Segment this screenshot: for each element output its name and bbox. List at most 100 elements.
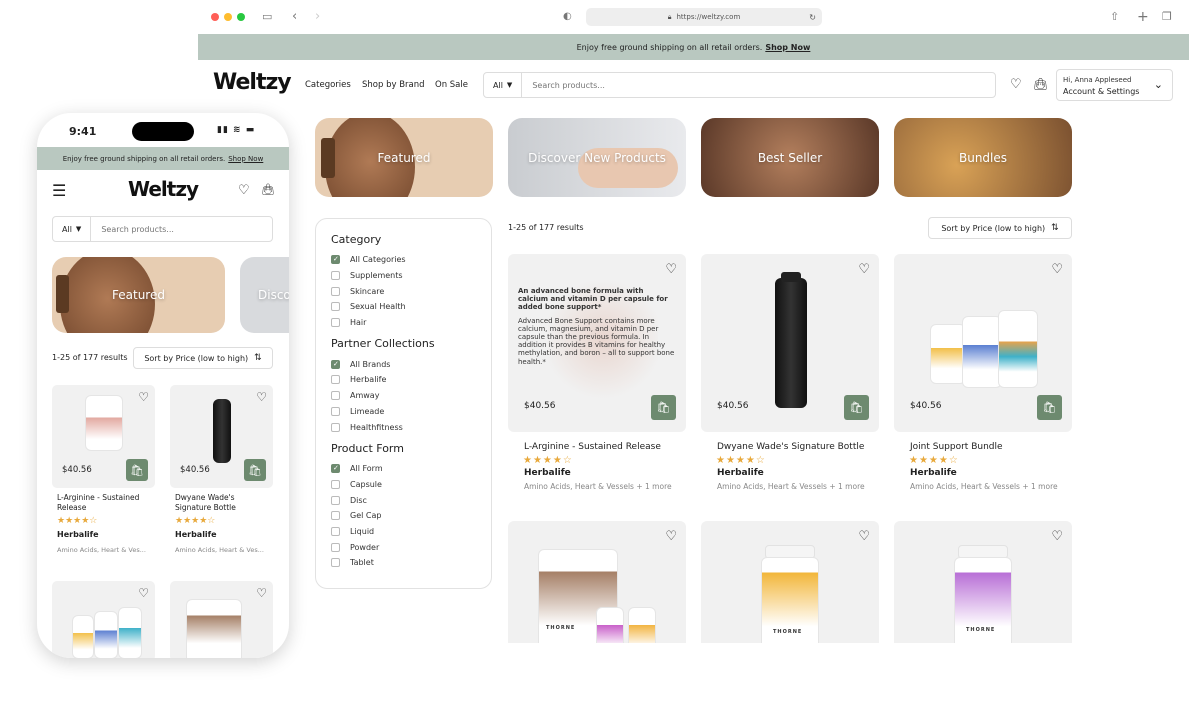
shield-icon[interactable]: ◐ [563, 8, 572, 26]
product-card[interactable]: ♡ [52, 581, 155, 658]
new-tab-icon[interactable]: + [1137, 8, 1149, 26]
filter-option[interactable]: All Brands [331, 356, 476, 372]
add-to-cart-icon[interactable]: 🛍︎ [244, 459, 266, 481]
filter-option[interactable]: All Categories [331, 252, 476, 268]
checkbox[interactable] [331, 422, 340, 432]
checkbox[interactable] [331, 286, 340, 296]
product-card[interactable]: THORNE ♡ [508, 521, 686, 643]
filter-option[interactable]: Disc [331, 492, 476, 508]
product-image[interactable]: THORNE ♡ [701, 521, 879, 643]
checkbox[interactable] [331, 255, 340, 265]
add-to-cart-icon[interactable]: 🛍︎ [844, 395, 869, 420]
product-name[interactable]: Dwyane Wade's Signature Bottle [175, 493, 270, 513]
checkbox[interactable] [331, 375, 340, 385]
zoom-window-button[interactable] [237, 13, 245, 21]
heart-icon[interactable]: ♡ [1051, 530, 1063, 543]
product-name[interactable]: L-Arginine - Sustained Release [57, 493, 152, 513]
hamburger-menu-icon[interactable]: ☰ [52, 181, 66, 200]
filter-option[interactable]: Capsule [331, 477, 476, 493]
product-image[interactable]: ♡ $40.56 🛍︎ [894, 254, 1072, 432]
close-window-button[interactable] [211, 13, 219, 21]
filter-option[interactable]: All Form [331, 461, 476, 477]
search-scope-select[interactable]: All ▼ [53, 217, 92, 241]
filter-option[interactable]: Tablet [331, 555, 476, 571]
tabs-overview-icon[interactable]: ❐ [1162, 8, 1172, 26]
product-image[interactable]: ♡ $40.56 🛍︎ [170, 385, 273, 488]
shop-now-link[interactable]: Shop Now [765, 43, 810, 52]
product-image[interactable]: THORNE ♡ [508, 521, 686, 643]
checkbox[interactable] [331, 406, 340, 416]
search-input[interactable] [522, 80, 995, 90]
shopping-bag-icon[interactable]: 👜︎ [1033, 77, 1048, 91]
checkbox[interactable] [331, 359, 340, 369]
product-name[interactable]: Dwyane Wade's Signature Bottle [717, 442, 879, 452]
add-to-cart-icon[interactable]: 🛍︎ [651, 395, 676, 420]
filter-option[interactable]: Skincare [331, 283, 476, 299]
filter-option[interactable]: Sexual Health [331, 299, 476, 315]
add-to-cart-icon[interactable]: 🛍︎ [1037, 395, 1062, 420]
reload-icon[interactable]: ↻ [809, 13, 816, 22]
product-card[interactable]: ♡ $40.56 🛍︎ Dwyane Wade's Signature Bott… [701, 254, 879, 491]
nav-on-sale[interactable]: On Sale [435, 80, 468, 90]
product-image[interactable]: ♡ $40.56 🛍︎ [52, 385, 155, 488]
checkbox[interactable] [331, 511, 340, 521]
sidebar-toggle-icon[interactable]: ▭ [262, 8, 272, 26]
checkbox[interactable] [331, 558, 340, 568]
heart-icon[interactable]: ♡ [1051, 263, 1063, 276]
hero-featured[interactable]: Featured [315, 118, 493, 197]
checkbox[interactable] [331, 479, 340, 489]
heart-icon[interactable]: ♡ [665, 263, 677, 276]
product-card[interactable]: ♡ [170, 581, 273, 658]
checkbox[interactable] [331, 302, 340, 312]
checkbox[interactable] [331, 495, 340, 505]
nav-shop-by-brand[interactable]: Shop by Brand [362, 80, 425, 90]
forward-icon[interactable]: › [315, 8, 320, 26]
hero-discover[interactable]: Discover New Products [508, 118, 686, 197]
heart-icon[interactable]: ♡ [665, 530, 677, 543]
search-input[interactable] [91, 224, 272, 234]
product-name[interactable]: L-Arginine - Sustained Release [524, 442, 686, 452]
heart-icon[interactable]: ♡ [256, 391, 267, 404]
product-card[interactable]: THORNE ♡ [894, 521, 1072, 643]
product-image[interactable]: ♡ $40.56 🛍︎ [701, 254, 879, 432]
product-card[interactable]: THORNE ♡ [701, 521, 879, 643]
checkbox[interactable] [331, 542, 340, 552]
checkbox[interactable] [331, 391, 340, 401]
filter-option[interactable]: Liquid [331, 524, 476, 540]
heart-icon[interactable]: ♡ [858, 263, 870, 276]
site-logo[interactable]: Weltzy [128, 177, 199, 201]
shopping-bag-icon[interactable]: 👜︎ [261, 183, 275, 196]
hero-discover[interactable]: Disco [240, 257, 289, 333]
share-icon[interactable]: ⇧ [1110, 8, 1119, 26]
sort-dropdown[interactable]: Sort by Price (low to high) ⇅ [133, 347, 273, 369]
heart-icon[interactable]: ♡ [858, 530, 870, 543]
site-logo[interactable]: Weltzy [213, 70, 292, 95]
hero-best-seller[interactable]: Best Seller [701, 118, 879, 197]
product-card[interactable]: ♡ $40.56 🛍︎ Joint Support Bundle ★★★★☆ H… [894, 254, 1072, 491]
filter-option[interactable]: Gel Cap [331, 508, 476, 524]
product-image[interactable]: THORNE ♡ [894, 521, 1072, 643]
product-image[interactable]: An advanced bone formula with calcium an… [508, 254, 686, 432]
address-bar[interactable]: 🔒︎ https://weltzy.com ↻ [586, 8, 822, 26]
account-menu[interactable]: Hi, Anna Appleseed Account & Settings ⌄ [1056, 69, 1173, 101]
filter-option[interactable]: Healthfitness [331, 419, 476, 435]
filter-option[interactable]: Herbalife [331, 372, 476, 388]
heart-icon[interactable]: ♡ [256, 587, 267, 600]
shop-now-link[interactable]: Shop Now [228, 155, 263, 163]
product-card[interactable]: An advanced bone formula with calcium an… [508, 254, 686, 491]
heart-icon[interactable]: ♡ [138, 587, 149, 600]
checkbox[interactable] [331, 318, 340, 328]
wishlist-heart-icon[interactable]: ♡ [1010, 78, 1022, 92]
nav-categories[interactable]: Categories [305, 80, 351, 90]
search-scope-select[interactable]: All ▼ [484, 73, 523, 97]
back-icon[interactable]: ‹ [292, 8, 297, 26]
checkbox[interactable] [331, 464, 340, 474]
filter-option[interactable]: Supplements [331, 268, 476, 284]
filter-option[interactable]: Limeade [331, 404, 476, 420]
sort-dropdown[interactable]: Sort by Price (low to high) ⇅ [928, 217, 1072, 239]
heart-icon[interactable]: ♡ [138, 391, 149, 404]
hero-featured[interactable]: Featured [52, 257, 225, 333]
checkbox[interactable] [331, 271, 340, 281]
product-name[interactable]: Joint Support Bundle [910, 442, 1072, 452]
filter-option[interactable]: Hair [331, 315, 476, 331]
